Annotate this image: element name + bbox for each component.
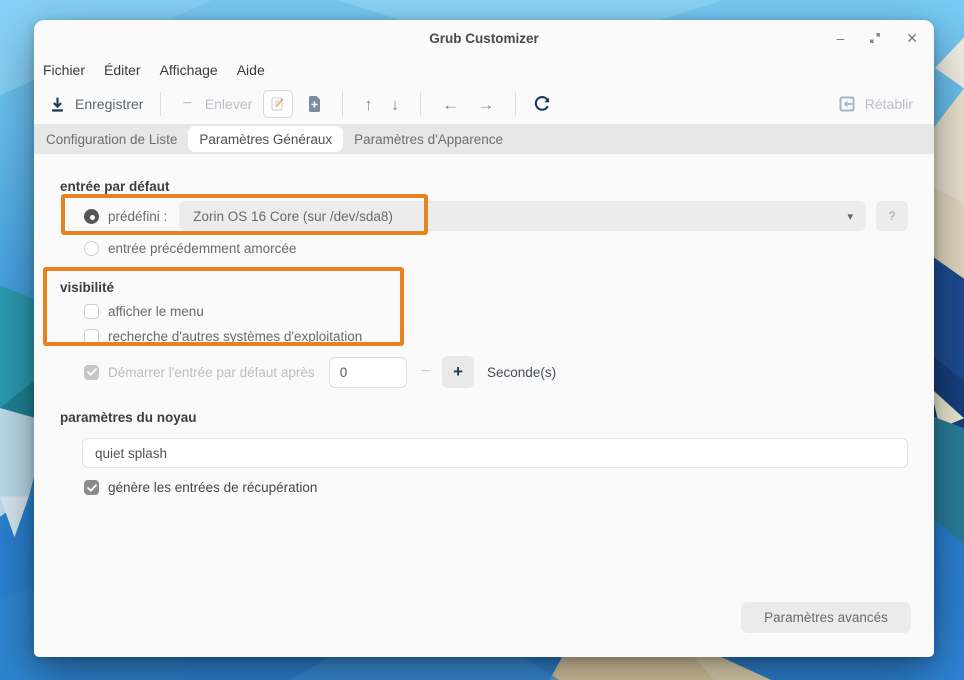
remove-label: Enlever [205,96,252,112]
search-os-row: recherche d'autres systèmes d'exploitati… [60,329,908,344]
menu-editer[interactable]: Éditer [103,60,142,80]
move-right-button[interactable]: → [468,96,503,113]
spin-plus-button[interactable]: + [442,356,474,388]
predefined-label: prédéfini : [108,209,167,224]
search-os-label: recherche d'autres systèmes d'exploitati… [108,329,362,344]
timeout-label: Démarrer l'entrée par défaut après [108,365,315,380]
predefined-entry-row: prédéfini : Zorin OS 16 Core (sur /dev/s… [60,201,908,231]
toolbar-separator [342,92,343,116]
restore-icon [868,31,882,45]
desktop: Grub Customizer – ✕ Fichier Éditer Affic [0,0,964,680]
previous-entry-radio[interactable] [84,241,99,256]
recovery-row: génère les entrées de récupération [60,480,908,495]
help-button[interactable]: ? [876,201,908,231]
menu-fichier[interactable]: Fichier [42,60,86,80]
menubar: Fichier Éditer Affichage Aide [34,56,934,84]
save-label: Enregistrer [75,96,143,112]
window-title: Grub Customizer [429,31,539,46]
move-left-button[interactable]: ← [433,96,468,113]
timeout-unit-label: Seconde(s) [487,365,556,380]
add-document-icon [307,95,322,113]
kernel-params-heading: paramètres du noyau [60,410,908,426]
predefined-radio[interactable] [84,209,99,224]
default-entry-dropdown[interactable]: Zorin OS 16 Core (sur /dev/sda8) ▾ [179,201,866,231]
check-icon [87,368,97,376]
toolbar-separator [515,92,516,116]
advanced-settings-button[interactable]: Paramètres avancés [741,602,911,633]
add-entry-button[interactable] [307,95,322,113]
minus-icon: − [178,95,195,113]
refresh-button[interactable] [528,91,556,117]
timeout-checkbox [84,365,99,380]
search-os-checkbox[interactable] [84,329,99,344]
revert-label: Rétablir [865,96,913,112]
kernel-params-row [60,438,908,468]
tab-strip: Configuration de Liste Paramètres Généra… [34,124,934,154]
show-menu-label: afficher le menu [108,304,204,319]
timeout-input[interactable] [329,357,407,388]
spin-minus-button[interactable]: − [421,363,430,381]
tab-general-settings[interactable]: Paramètres Généraux [188,126,343,152]
toolbar: Enregistrer − Enlever [34,84,934,124]
move-up-button[interactable]: ↑ [355,96,382,113]
minimize-button[interactable]: – [836,31,844,45]
tab-list-configuration[interactable]: Configuration de Liste [35,124,188,154]
visibility-heading: visibilité [60,280,908,296]
default-entry-heading: entrée par défaut [60,179,908,195]
edit-entry-button[interactable] [263,90,293,118]
save-icon [49,96,66,113]
recovery-checkbox[interactable] [84,480,99,495]
close-button[interactable]: ✕ [906,31,918,45]
default-entry-value: Zorin OS 16 Core (sur /dev/sda8) [193,209,393,224]
titlebar[interactable]: Grub Customizer – ✕ [34,20,934,56]
previous-entry-label: entrée précédemment amorcée [108,241,296,256]
refresh-icon [533,95,551,113]
window-controls: – ✕ [836,20,918,56]
menu-aide[interactable]: Aide [236,60,266,80]
revert-icon [838,95,856,113]
recovery-label: génère les entrées de récupération [108,480,317,495]
revert-button[interactable]: Rétablir [833,91,918,117]
show-menu-checkbox[interactable] [84,304,99,319]
previous-entry-row: entrée précédemment amorcée [60,241,908,256]
chevron-down-icon: ▾ [847,210,853,223]
general-settings-panel: entrée par défaut prédéfini : Zorin OS 1… [34,154,934,657]
toolbar-separator [420,92,421,116]
remove-button[interactable]: − Enlever [173,91,257,117]
restore-button[interactable] [868,31,882,45]
kernel-params-input[interactable] [82,438,908,468]
toolbar-separator [160,92,161,116]
show-menu-row: afficher le menu [60,304,908,319]
check-icon [87,484,97,492]
menu-affichage[interactable]: Affichage [159,60,219,80]
save-button[interactable]: Enregistrer [44,92,148,117]
move-down-button[interactable]: ↓ [382,96,409,113]
grub-customizer-window: Grub Customizer – ✕ Fichier Éditer Affic [34,20,934,657]
tab-appearance-settings[interactable]: Paramètres d'Apparence [343,124,514,154]
timeout-row: Démarrer l'entrée par défaut après − + S… [60,356,908,388]
edit-icon [270,96,286,112]
